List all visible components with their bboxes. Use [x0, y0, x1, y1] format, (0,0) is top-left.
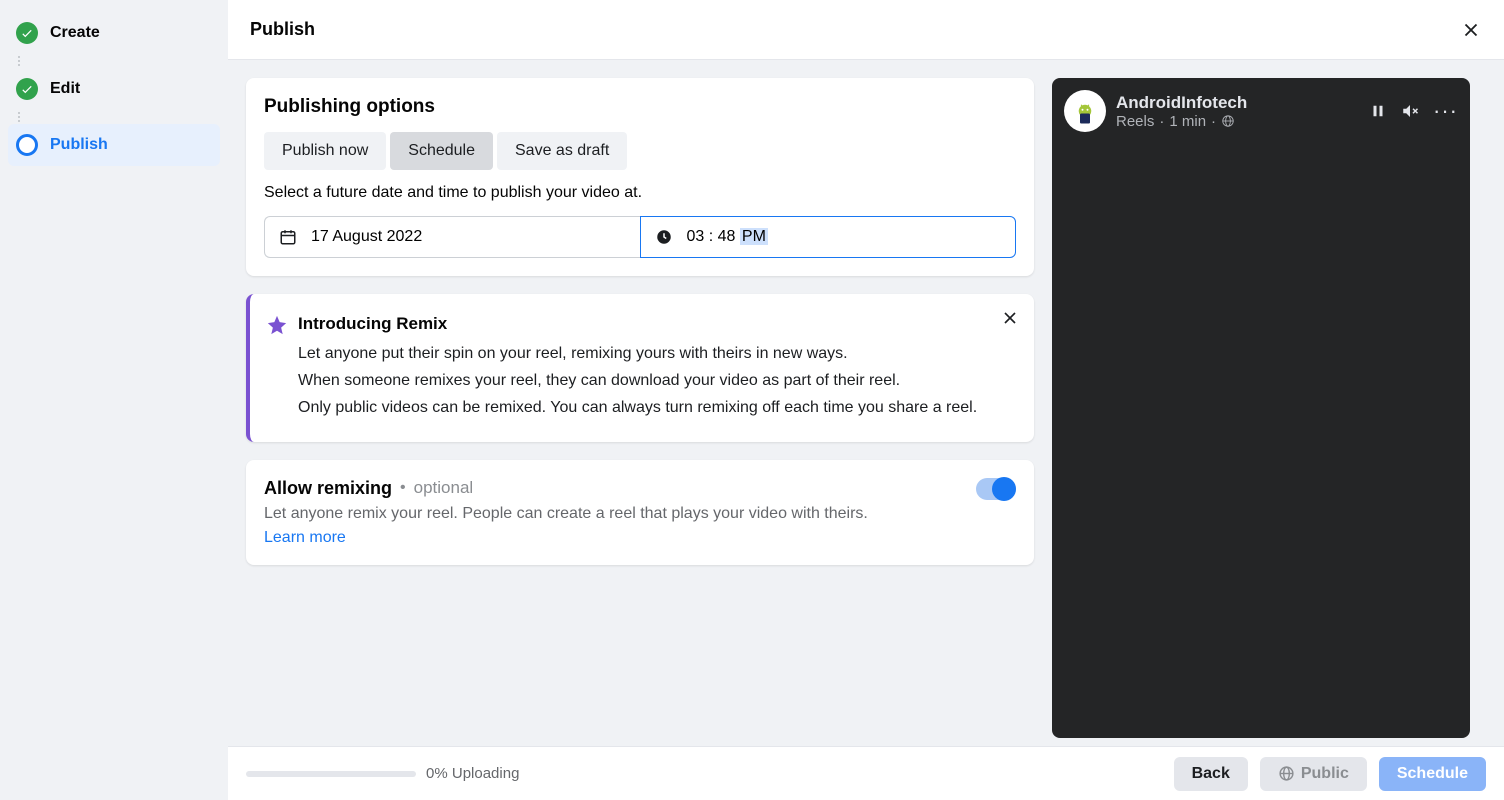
settings-column: Publishing options Publish now Schedule …	[246, 78, 1034, 728]
save-draft-button[interactable]: Save as draft	[497, 132, 627, 170]
step-create[interactable]: Create	[8, 12, 220, 54]
avatar	[1064, 90, 1106, 132]
publishing-options-card: Publishing options Publish now Schedule …	[246, 78, 1034, 276]
schedule-button[interactable]: Schedule	[390, 132, 493, 170]
step-label: Edit	[50, 80, 80, 98]
step-label: Publish	[50, 136, 108, 154]
preview-actions: ···	[1369, 100, 1458, 122]
allow-remix-head: Allow remixing • optional	[264, 478, 1016, 499]
step-publish[interactable]: Publish	[8, 124, 220, 166]
check-icon	[16, 22, 38, 44]
preview-subtitle: Reels · 1 min ·	[1116, 113, 1359, 130]
close-icon[interactable]	[1460, 19, 1482, 41]
footer-bar: 0% Uploading Back Public Schedule	[228, 746, 1504, 800]
sidebar-steps: Create Edit Publish	[0, 0, 228, 800]
step-label: Create	[50, 24, 100, 42]
datetime-row: 17 August 2022 03 : 48 PM	[264, 216, 1016, 258]
remix-intro-body: Let anyone put their spin on your reel, …	[298, 340, 1016, 422]
close-icon[interactable]	[1000, 308, 1020, 328]
publish-mode-segment: Publish now Schedule Save as draft	[264, 132, 627, 170]
progress-text: 0% Uploading	[426, 765, 519, 782]
allow-remix-title: Allow remixing	[264, 478, 392, 499]
content-area: Publishing options Publish now Schedule …	[228, 60, 1504, 746]
remix-intro-title: Introducing Remix	[298, 314, 1016, 334]
globe-icon	[1221, 114, 1235, 128]
schedule-submit-button[interactable]: Schedule	[1379, 757, 1486, 791]
step-connector	[8, 54, 30, 68]
allow-remix-desc: Let anyone remix your reel. People can c…	[264, 505, 1016, 523]
time-picker[interactable]: 03 : 48 PM	[640, 216, 1017, 258]
remix-intro-card: Introducing Remix Let anyone put their s…	[246, 294, 1034, 442]
main-panel: Publish Publishing options Publish now S…	[228, 0, 1504, 800]
preview-meta: AndroidInfotech Reels · 1 min ·	[1116, 93, 1359, 130]
preview-header: AndroidInfotech Reels · 1 min · ···	[1064, 90, 1458, 132]
check-icon	[16, 78, 38, 100]
upload-progress: 0% Uploading	[246, 765, 1174, 782]
header: Publish	[228, 0, 1504, 60]
back-button[interactable]: Back	[1174, 757, 1248, 791]
pause-icon[interactable]	[1369, 102, 1387, 120]
page-title: Publish	[250, 19, 315, 40]
calendar-icon	[279, 228, 297, 246]
clock-icon	[655, 228, 673, 246]
helper-text: Select a future date and time to publish…	[264, 184, 1016, 202]
date-value: 17 August 2022	[311, 228, 422, 246]
publish-now-button[interactable]: Publish now	[264, 132, 386, 170]
step-edit[interactable]: Edit	[8, 68, 220, 110]
time-value: 03 : 48 PM	[687, 228, 768, 246]
video-preview-panel: AndroidInfotech Reels · 1 min · ···	[1052, 78, 1470, 738]
learn-more-link[interactable]: Learn more	[264, 529, 1016, 547]
mute-icon[interactable]	[1401, 102, 1419, 120]
privacy-button[interactable]: Public	[1260, 757, 1367, 791]
toggle-knob	[992, 477, 1016, 501]
allow-remix-card: Allow remixing • optional Let anyone rem…	[246, 460, 1034, 565]
allow-remix-toggle[interactable]	[976, 478, 1016, 500]
globe-icon	[1278, 765, 1295, 782]
more-icon[interactable]: ···	[1433, 100, 1458, 122]
date-picker[interactable]: 17 August 2022	[264, 216, 640, 258]
star-icon	[266, 314, 288, 336]
footer-buttons: Back Public Schedule	[1174, 757, 1486, 791]
preview-page-name: AndroidInfotech	[1116, 93, 1359, 113]
step-connector	[8, 110, 30, 124]
progress-bar	[246, 771, 416, 777]
card-title: Publishing options	[264, 96, 1016, 118]
optional-label: optional	[414, 478, 474, 498]
circle-icon	[16, 134, 38, 156]
